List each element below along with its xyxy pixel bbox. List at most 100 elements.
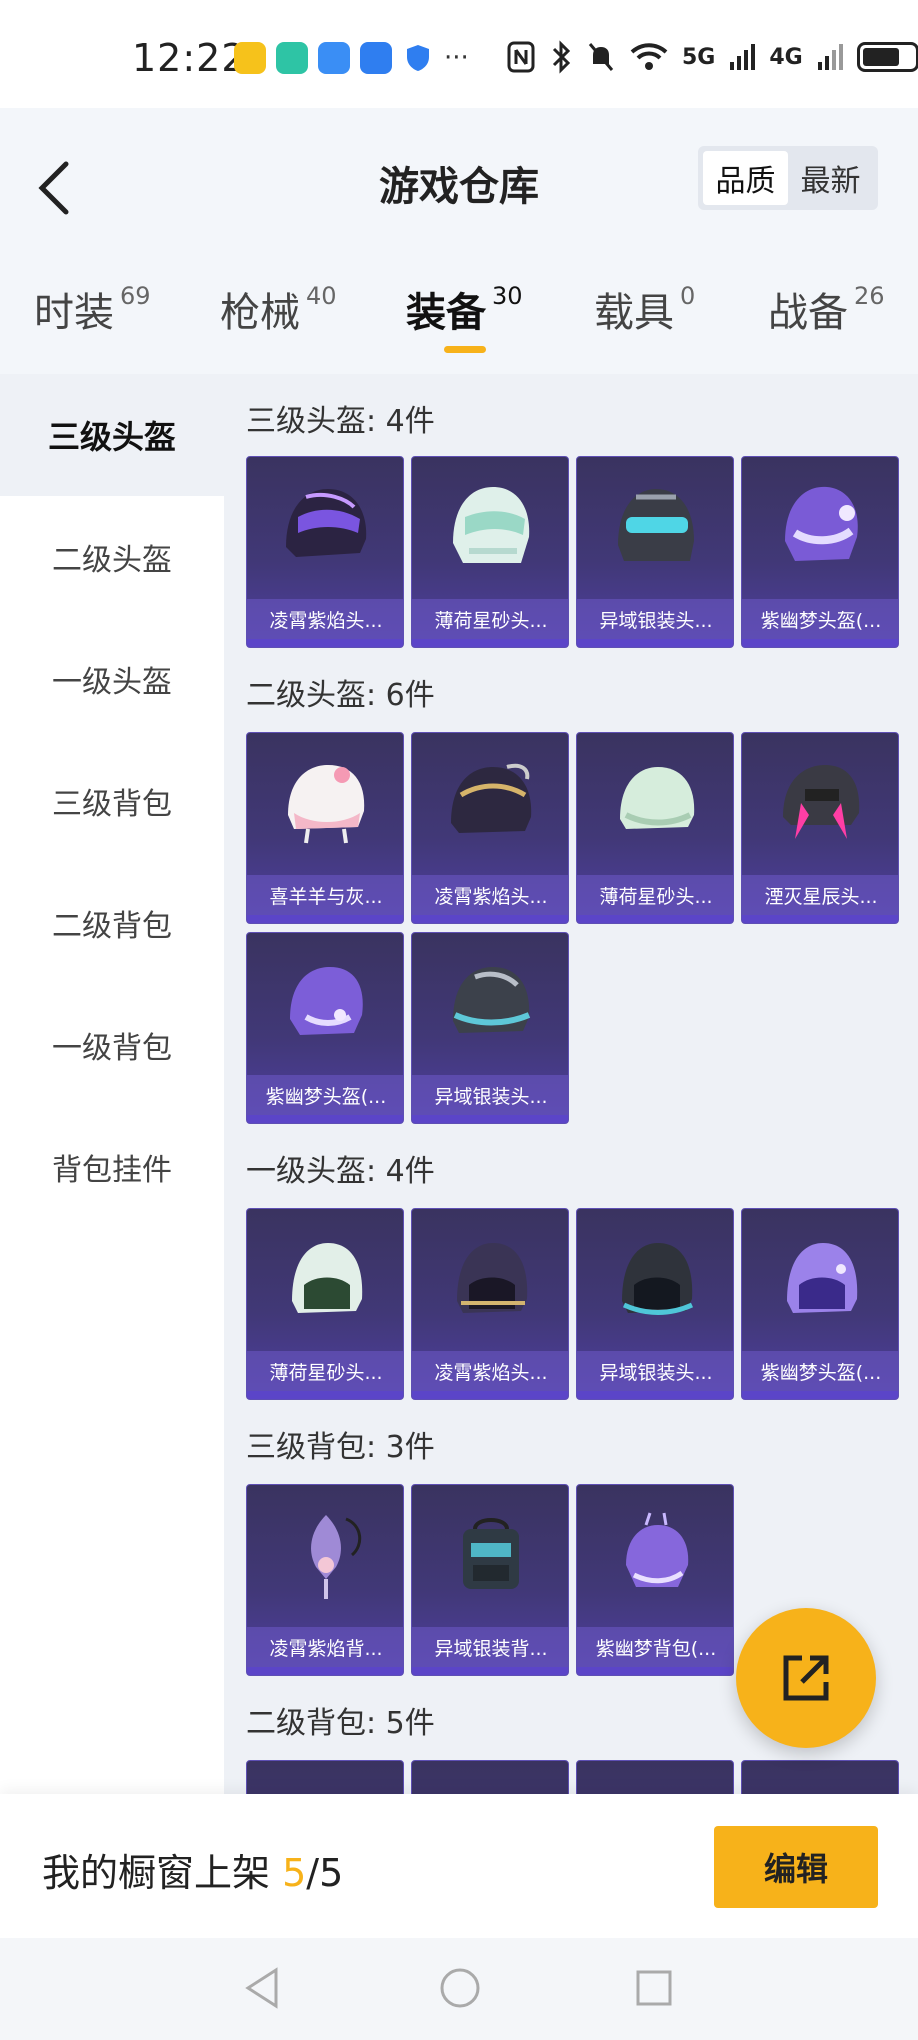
item-name: 喜羊羊与灰... [247,875,403,915]
status-bar: 12:22 ··· 5G 4G [0,0,918,108]
item-name: 异域银装头... [412,1075,568,1115]
item-card[interactable]: 异域银装头... [576,1208,734,1400]
item-card[interactable]: 薄荷星砂头... [411,456,569,648]
item-card[interactable]: 薄荷星砂头... [576,732,734,924]
item-card[interactable]: 凌霄紫焰头... [411,732,569,924]
section-title: 二级头盔: 6件 [246,678,435,713]
helmet-icon [290,967,363,1035]
sidebar-item-level2-backpack[interactable]: 二级背包 [0,862,224,984]
card-bottom-bar [247,1115,403,1123]
tab-supplies[interactable]: 战备 26 [768,280,885,360]
nfc-icon [507,41,535,73]
helmet-icon [292,1243,363,1313]
share-fab-button[interactable] [736,1608,876,1748]
card-bottom-bar [247,915,403,923]
showcase-total: /5 [306,1851,344,1895]
circle-home-icon [440,1968,480,2008]
item-card[interactable]: 薄荷星砂头... [246,1208,404,1400]
tab-count: 26 [854,282,885,310]
sidebar-item-backpack-charm[interactable]: 背包挂件 [0,1106,224,1228]
helmet-icon [785,486,858,561]
nav-recents-button[interactable] [626,1960,682,2016]
app-notification-icon [234,42,266,74]
triangle-back-icon [245,1967,278,2009]
tab-label: 时装 [34,290,114,336]
item-name: 薄荷星砂头... [577,875,733,915]
sidebar-item-level1-backpack[interactable]: 一级背包 [0,984,224,1106]
item-name: 凌霄紫焰背... [247,1627,403,1667]
message-app-icon [318,42,350,74]
item-card[interactable]: 喜羊羊与灰... [246,732,404,924]
item-card[interactable]: 湮灭星辰头... [741,732,899,924]
showcase-count: 5 [282,1851,307,1895]
sidebar-item-level3-helmet[interactable]: 三级头盔 [0,374,224,496]
item-name: 紫幽梦头盔(... [742,599,898,639]
card-bottom-bar [247,1667,403,1675]
item-card[interactable]: 凌霄紫焰头... [411,1208,569,1400]
item-card[interactable]: 紫幽梦头盔(... [741,456,899,648]
helmet-icon [288,765,365,844]
item-name: 异域银装头... [577,1351,733,1391]
card-bottom-bar [742,915,898,923]
security-app-icon [276,42,308,74]
status-time: 12:22 [132,36,247,80]
item-card[interactable]: 紫幽梦背包(... [576,1484,734,1676]
helmet-icon [787,1243,858,1313]
item-name: 薄荷星砂头... [412,599,568,639]
item-card[interactable]: 异域银装头... [411,932,569,1124]
sort-newest-button[interactable]: 最新 [788,151,873,205]
item-card[interactable]: 紫幽梦头盔(... [741,1208,899,1400]
battery-icon [856,42,918,72]
item-card[interactable] [741,1760,899,1794]
section-title: 三级背包: 3件 [246,1430,435,1465]
card-bottom-bar [577,1391,733,1399]
network-5g-label: 5G [682,44,716,70]
item-card[interactable]: 凌霄紫焰背... [246,1484,404,1676]
item-name: 紫幽梦背包(... [577,1627,733,1667]
item-card[interactable] [576,1760,734,1794]
tab-vehicles[interactable]: 载具 0 [594,280,695,360]
tab-count: 69 [120,282,151,310]
helmet-icon [457,1243,528,1313]
card-bottom-bar [412,915,568,923]
nav-home-button[interactable] [432,1960,488,2016]
card-bottom-bar [247,639,403,647]
sidebar-item-level1-helmet[interactable]: 一级头盔 [0,618,224,740]
sidebar-item-level2-helmet[interactable]: 二级头盔 [0,496,224,618]
item-card[interactable]: 异域银装头... [576,456,734,648]
sidebar-item-level3-backpack[interactable]: 三级背包 [0,740,224,862]
shield-icon [402,42,434,74]
card-bottom-bar [247,1391,403,1399]
tab-fashion[interactable]: 时装 69 [34,280,151,360]
showcase-label: 我的橱窗上架 [42,1851,283,1895]
item-card[interactable]: 凌霄紫焰头... [246,456,404,648]
bluetooth-icon [552,40,571,74]
item-card[interactable] [246,1760,404,1794]
backpack-icon [626,1512,689,1587]
item-name: 湮灭星辰头... [742,875,898,915]
sort-toggle: 品质 最新 [698,146,878,210]
card-bottom-bar [742,639,898,647]
card-bottom-bar [412,639,568,647]
item-name: 凌霄紫焰头... [412,1351,568,1391]
card-bottom-bar [412,1115,568,1123]
item-card[interactable] [411,1760,569,1794]
edit-button[interactable]: 编辑 [714,1826,878,1908]
network-4g-label: 4G [769,44,803,70]
tab-guns[interactable]: 枪械 40 [220,280,337,360]
header: 游戏仓库 品质 最新 时装 69 枪械 40 装备 30 载具 0 战备 26 [0,108,918,374]
nav-back-button[interactable] [234,1960,290,2016]
mute-bell-icon [588,43,614,71]
chat-app-icon [360,42,392,74]
square-recents-icon [636,1970,672,2006]
item-card[interactable]: 异域银装背... [411,1484,569,1676]
tab-count: 30 [492,282,523,310]
sort-quality-button[interactable]: 品质 [703,151,788,205]
card-bottom-bar [577,1667,733,1675]
card-bottom-bar [577,915,733,923]
helmet-icon [622,1243,694,1315]
more-icon: ··· [444,43,469,73]
tab-count: 40 [306,282,337,310]
section-title: 二级背包: 5件 [246,1706,435,1741]
item-card[interactable]: 紫幽梦头盔(... [246,932,404,1124]
